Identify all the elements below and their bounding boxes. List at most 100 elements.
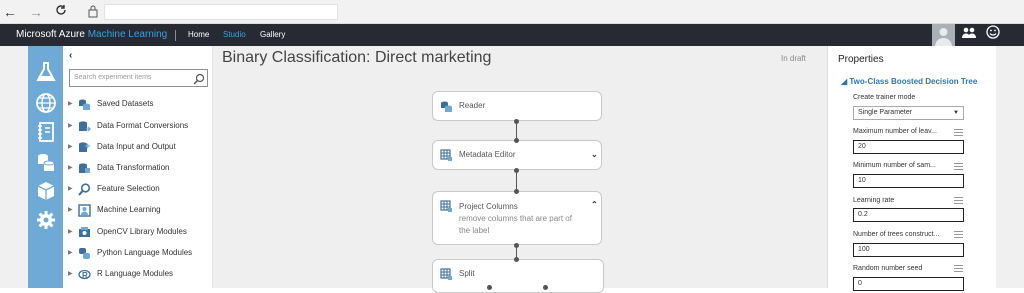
parameter-range-icon[interactable]: [954, 163, 963, 170]
datasets-icon[interactable]: [35, 151, 57, 173]
io-icon: [78, 141, 91, 154]
input-port[interactable]: [514, 189, 519, 194]
palette-item-python-language-modules[interactable]: ▶ Python Language Modules: [68, 245, 213, 261]
property-label: Maximum number of leav...: [853, 128, 937, 135]
module-node-reader[interactable]: Reader: [432, 91, 602, 121]
palette-item-label: Data Input and Output: [97, 142, 176, 151]
svg-text:R: R: [82, 271, 88, 280]
palette-item-label: Feature Selection: [97, 184, 160, 193]
address-bar[interactable]: [104, 4, 338, 20]
property-label: Random number seed: [853, 265, 923, 272]
output-port[interactable]: [514, 243, 519, 248]
search-input[interactable]: Search experiment items: [69, 69, 208, 87]
experiment-status: In draft: [781, 54, 806, 63]
property-label: Create trainer mode: [853, 94, 916, 101]
brand-title: Microsoft Azure Machine Learning: [16, 29, 167, 40]
browser-toolbar: ← →: [0, 0, 1024, 24]
table-icon: [440, 200, 453, 213]
header-divider: [175, 30, 176, 41]
conversion-icon: [78, 120, 91, 133]
min-samples-field[interactable]: 10: [853, 174, 964, 188]
gear-icon[interactable]: [35, 209, 57, 231]
app-header: Microsoft Azure Machine Learning Home St…: [0, 24, 1024, 46]
palette-item-label: Saved Datasets: [97, 99, 154, 108]
nav-gallery[interactable]: Gallery: [260, 30, 285, 39]
collapse-triangle-icon: ◢: [841, 77, 848, 86]
parameter-range-icon[interactable]: [954, 197, 963, 204]
max-leaves-field[interactable]: 20: [853, 140, 964, 154]
search-icon[interactable]: [193, 72, 205, 85]
random-seed-field[interactable]: 0: [853, 277, 964, 291]
module-node-label: Metadata Editor: [459, 150, 516, 159]
select-value: Single Parameter: [858, 109, 913, 116]
expand-arrow-icon[interactable]: ▶: [68, 266, 73, 282]
palette-item-feature-selection[interactable]: ▶ Feature Selection: [68, 181, 213, 197]
expand-arrow-icon[interactable]: ▶: [68, 202, 73, 218]
palette-item-opencv-library-modules[interactable]: ▶ OpenCV Library Modules: [68, 224, 213, 240]
property-label: Minimum number of sam...: [853, 162, 936, 169]
module-node-comment: remove columns that are part of the labe…: [459, 214, 572, 235]
output-port[interactable]: [514, 168, 519, 173]
palette-item-data-format-conversions[interactable]: ▶ Data Format Conversions: [68, 118, 213, 134]
python-icon: [78, 247, 91, 260]
brand-product: Machine Learning: [87, 29, 168, 40]
num-trees-field[interactable]: 100: [853, 243, 964, 257]
expand-arrow-icon[interactable]: ▶: [68, 139, 73, 155]
nav-home[interactable]: Home: [188, 30, 209, 39]
page-gutter-right: [996, 46, 1024, 288]
palette-item-data-transformation[interactable]: ▶ Data Transformation: [68, 160, 213, 176]
datasets-icon: [78, 98, 91, 111]
palette-item-label: OpenCV Library Modules: [97, 227, 187, 236]
output-port[interactable]: [514, 119, 519, 124]
expand-arrow-icon[interactable]: ▶: [68, 245, 73, 261]
left-icon-bar: [28, 46, 63, 288]
dropdown-caret-icon: ▼: [953, 110, 959, 116]
input-port[interactable]: [514, 138, 519, 143]
expand-arrow-icon[interactable]: ▶: [68, 96, 73, 112]
module-section-header[interactable]: ◢ Two-Class Boosted Decision Tree: [841, 77, 977, 86]
people-icon[interactable]: [958, 24, 980, 46]
user-avatar[interactable]: [932, 24, 955, 46]
expand-arrow-icon[interactable]: ▶: [68, 224, 73, 240]
expand-arrow-icon[interactable]: ▶: [68, 118, 73, 134]
r-icon: R: [78, 268, 91, 281]
palette-item-label: Data Format Conversions: [97, 121, 189, 130]
module-section-label: Two-Class Boosted Decision Tree: [849, 77, 978, 86]
experiment-title[interactable]: Binary Classification: Direct marketing: [222, 49, 491, 67]
expand-arrow-icon[interactable]: ▶: [68, 181, 73, 197]
collapse-palette-button[interactable]: ‹: [69, 50, 72, 61]
page-gutter-left: [0, 46, 28, 288]
palette-item-saved-datasets[interactable]: ▶ Saved Datasets: [68, 96, 213, 112]
parameter-range-icon[interactable]: [954, 129, 963, 136]
flask-icon[interactable]: [35, 61, 57, 83]
chevron-down-icon[interactable]: ⌄: [591, 150, 598, 159]
back-arrow-icon[interactable]: ←: [2, 3, 18, 21]
forward-arrow-icon[interactable]: →: [28, 3, 44, 21]
module-node-metadata-editor[interactable]: Metadata Editor ⌄: [432, 140, 602, 170]
parameter-range-icon[interactable]: [954, 231, 963, 238]
property-label: Number of trees construct...: [853, 231, 940, 238]
properties-title: Properties: [838, 54, 884, 65]
palette-item-r-language-modules[interactable]: ▶ R R Language Modules: [68, 266, 213, 282]
input-port[interactable]: [514, 257, 519, 262]
palette-item-data-input-and-output[interactable]: ▶ Data Input and Output: [68, 139, 213, 155]
trainer-mode-select[interactable]: Single Parameter ▼: [853, 106, 964, 120]
smiley-icon[interactable]: [982, 24, 1004, 46]
parameter-range-icon[interactable]: [954, 265, 963, 272]
globe-icon[interactable]: [35, 92, 57, 114]
property-label: Learning rate: [853, 197, 895, 204]
module-node-project-columns[interactable]: Project Columns remove columns that are …: [432, 191, 602, 245]
cube-icon[interactable]: [35, 180, 57, 202]
notebook-icon[interactable]: [35, 121, 57, 143]
palette-item-label: Data Transformation: [97, 163, 170, 172]
table-icon: [440, 149, 453, 162]
expand-arrow-icon[interactable]: ▶: [68, 160, 73, 176]
table-icon: [440, 268, 453, 281]
search-icon: [78, 183, 91, 196]
nav-studio[interactable]: Studio: [223, 30, 246, 39]
module-node-label: Reader: [459, 101, 486, 110]
learning-rate-field[interactable]: 0.2: [853, 208, 964, 222]
chevron-up-icon[interactable]: ⌃: [591, 200, 598, 209]
refresh-icon[interactable]: [53, 3, 69, 21]
palette-item-machine-learning[interactable]: ▶ Machine Learning: [68, 202, 213, 218]
